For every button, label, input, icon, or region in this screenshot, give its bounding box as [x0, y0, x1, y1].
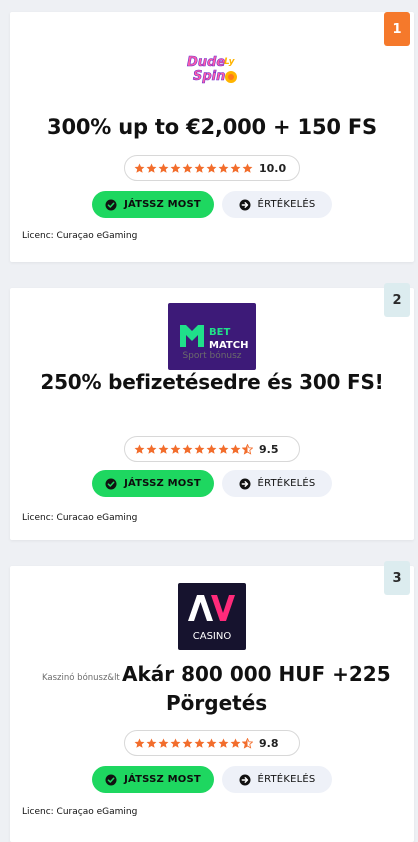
play-now-label: JÁTSSZ MOST: [124, 199, 201, 210]
star-full-icon: [230, 738, 241, 748]
rank-badge: 2: [384, 283, 410, 317]
check-circle-icon: [105, 774, 117, 785]
star-half-icon: [242, 443, 253, 455]
bonus-headline-line: Akár 800 000 HUF +225: [122, 662, 391, 686]
play-now-label: JÁTSSZ MOST: [124, 478, 201, 489]
casino-card: 1 Dude Ly Spin 300% up to €2,000 + 150 F…: [10, 12, 414, 262]
star-full-icon: [146, 444, 157, 454]
rating-pill: 10.0: [124, 155, 300, 181]
play-now-button[interactable]: JÁTSSZ MOST: [92, 470, 214, 497]
star-full-icon: [158, 444, 169, 454]
rating-score: 10.0: [259, 161, 287, 175]
casino-card: 2 BET MATCH Sport bónusz 250% befizetése…: [10, 283, 414, 540]
svg-text:CASINO: CASINO: [193, 631, 232, 642]
svg-text:Dude: Dude: [187, 55, 225, 70]
review-label: ÉRTÉKELÉS: [257, 478, 316, 489]
rating-pill: 9.8: [124, 730, 300, 756]
bonus-type-label: Kaszinó bónusz&lt: [42, 673, 120, 683]
play-now-label: JÁTSSZ MOST: [124, 774, 201, 785]
star-full-icon: [242, 163, 253, 173]
star-full-icon: [134, 444, 145, 454]
bonus-headline-line: Pörgetés: [166, 691, 268, 715]
licence-text: Licenc: Curaçao eGaming: [22, 231, 138, 241]
star-full-icon: [230, 444, 241, 454]
star-full-icon: [194, 163, 205, 173]
play-now-button[interactable]: JÁTSSZ MOST: [92, 766, 214, 793]
casino-logo[interactable]: Dude Ly Spin: [177, 48, 247, 90]
star-full-icon: [218, 738, 229, 748]
review-button[interactable]: ÉRTÉKELÉS: [222, 766, 332, 793]
rating-pill: 9.5: [124, 436, 300, 462]
star-full-icon: [170, 738, 181, 748]
bonus-headline: 300% up to €2,000 + 150 FS: [47, 115, 377, 139]
star-full-icon: [194, 444, 205, 454]
dude-spin-logo-icon: Dude Ly Spin: [187, 55, 237, 84]
star-full-icon: [218, 163, 229, 173]
star-full-icon: [170, 444, 181, 454]
star-half-icon: [242, 737, 253, 749]
review-button[interactable]: ÉRTÉKELÉS: [222, 191, 332, 218]
licence-text: Licenc: Curacao eGaming: [22, 513, 138, 523]
casino-card: 3 CASINO Kaszinó bónusz&lt Akár 800 000 …: [10, 561, 414, 842]
star-rating: [134, 443, 253, 455]
star-full-icon: [146, 163, 157, 173]
star-full-icon: [206, 163, 217, 173]
star-full-icon: [134, 738, 145, 748]
star-full-icon: [182, 738, 193, 748]
star-full-icon: [218, 444, 229, 454]
bonus-type-label: Sport bónusz: [182, 351, 242, 361]
star-full-icon: [206, 738, 217, 748]
play-now-button[interactable]: JÁTSSZ MOST: [92, 191, 214, 218]
svg-text:Spin: Spin: [193, 69, 225, 84]
star-full-icon: [206, 444, 217, 454]
star-full-icon: [194, 738, 205, 748]
arrow-right-circle-icon: [239, 199, 251, 210]
rating-score: 9.5: [259, 442, 279, 456]
star-rating: [134, 737, 253, 749]
bonus-headline: 250% befizetésedre és 300 FS!: [40, 370, 384, 394]
arrow-right-circle-icon: [239, 478, 251, 489]
star-full-icon: [230, 163, 241, 173]
star-rating: [134, 163, 253, 174]
check-circle-icon: [105, 478, 117, 489]
rank-badge: 3: [384, 561, 410, 595]
svg-text:BET: BET: [209, 327, 230, 338]
star-full-icon: [182, 444, 193, 454]
star-full-icon: [182, 163, 193, 173]
star-full-icon: [158, 738, 169, 748]
review-label: ÉRTÉKELÉS: [257, 199, 316, 210]
check-circle-icon: [105, 199, 117, 210]
svg-text:MATCH: MATCH: [209, 340, 248, 351]
arrow-right-circle-icon: [239, 774, 251, 785]
star-full-icon: [158, 163, 169, 173]
star-full-icon: [134, 163, 145, 173]
bonus-headline: Akár 800 000 HUF +225 Pörgetés: [122, 660, 391, 718]
star-full-icon: [146, 738, 157, 748]
rating-score: 9.8: [259, 736, 279, 750]
casino-logo[interactable]: CASINO: [178, 583, 246, 650]
svg-text:Ly: Ly: [224, 57, 236, 67]
rank-badge: 1: [384, 12, 410, 46]
av-casino-logo-icon: CASINO: [188, 595, 235, 642]
licence-text: Licenc: Curaçao eGaming: [22, 807, 138, 817]
review-button[interactable]: ÉRTÉKELÉS: [222, 470, 332, 497]
review-label: ÉRTÉKELÉS: [257, 774, 316, 785]
star-full-icon: [170, 163, 181, 173]
